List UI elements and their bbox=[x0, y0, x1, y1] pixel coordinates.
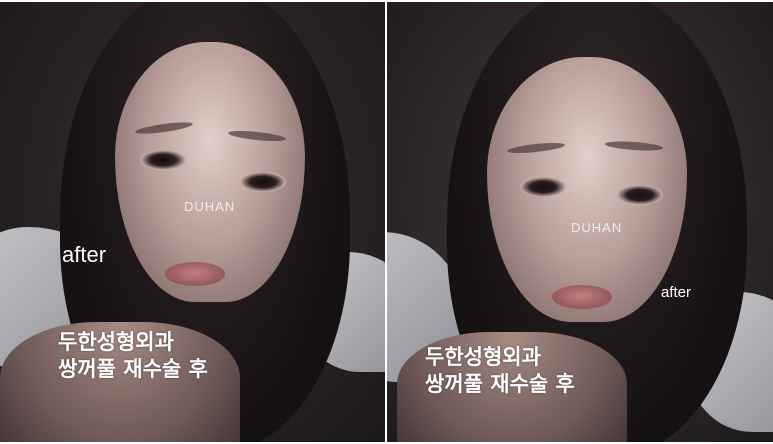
after-label: after bbox=[661, 284, 692, 301]
caption-line: 두한성형외과 bbox=[425, 345, 541, 369]
eye bbox=[520, 177, 566, 197]
eye bbox=[617, 185, 663, 205]
watermark-text: DUHAN bbox=[571, 220, 623, 235]
eye bbox=[140, 150, 186, 170]
lips bbox=[165, 262, 225, 286]
eye bbox=[240, 172, 286, 192]
caption-line: 두한성형외과 bbox=[58, 330, 174, 354]
caption-line: 쌍꺼풀 재수술 후 bbox=[58, 357, 208, 381]
lips bbox=[552, 285, 612, 309]
caption-line: 쌍꺼풀 재수술 후 bbox=[425, 372, 575, 396]
caption: 두한성형외과 쌍꺼풀 재수술 후 bbox=[425, 344, 575, 398]
watermark-text: DUHAN bbox=[184, 199, 236, 214]
comparison-image: DUHAN after 두한성형외과 쌍꺼풀 재수술 후 DUHAN after… bbox=[0, 0, 773, 444]
after-label: after bbox=[62, 242, 107, 267]
photo-panel-right: DUHAN after 두한성형외과 쌍꺼풀 재수술 후 bbox=[387, 2, 773, 442]
caption: 두한성형외과 쌍꺼풀 재수술 후 bbox=[58, 329, 208, 383]
photo-panel-left: DUHAN after 두한성형외과 쌍꺼풀 재수술 후 bbox=[0, 2, 385, 442]
